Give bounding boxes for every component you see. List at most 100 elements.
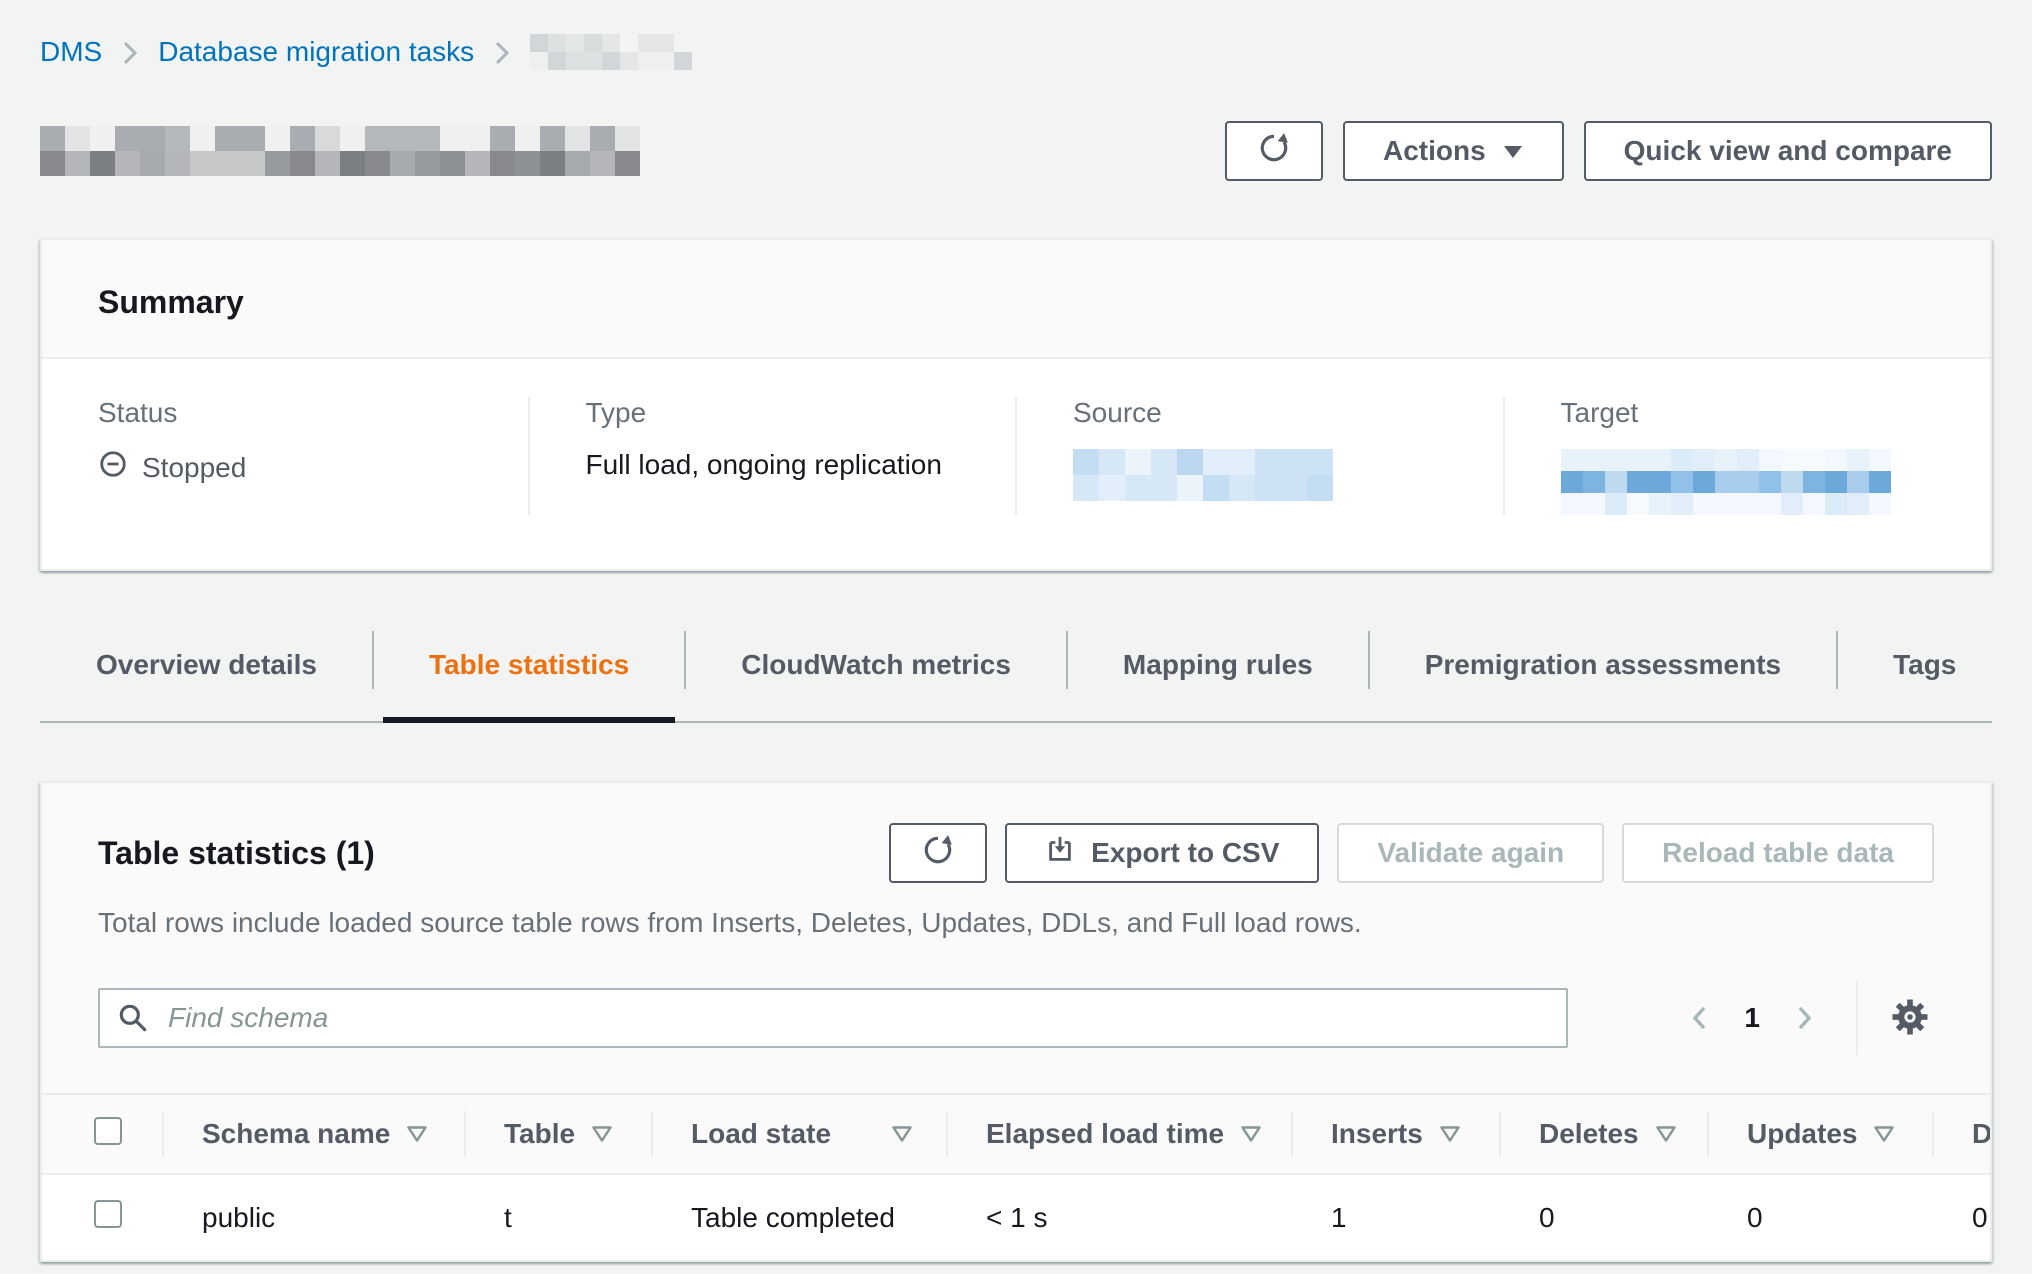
schema-search — [98, 988, 1568, 1048]
download-icon — [1045, 835, 1075, 872]
cell-table: t — [464, 1174, 651, 1260]
summary-card-body: Status Stopped Type Full load, ongoing r… — [42, 359, 1990, 569]
page: DMS Database migration tasks Actions — [0, 0, 2032, 1262]
column-label: Deletes — [1539, 1118, 1639, 1150]
summary-title: Summary — [98, 284, 1934, 321]
status-label: Status — [98, 397, 472, 429]
settings-button[interactable] — [1886, 993, 1934, 1044]
previous-page-button[interactable] — [1682, 996, 1718, 1040]
search-icon — [116, 1001, 150, 1042]
column-label: Table — [504, 1118, 575, 1150]
breadcrumb-link-tasks[interactable]: Database migration tasks — [158, 36, 474, 68]
caret-down-icon — [1502, 135, 1524, 167]
sort-triangle-icon — [1240, 1118, 1262, 1150]
export-label: Export to CSV — [1091, 837, 1279, 869]
sort-triangle-icon — [891, 1118, 913, 1150]
search-input[interactable] — [98, 988, 1568, 1048]
column-header-inserts[interactable]: Inserts — [1291, 1094, 1499, 1174]
table-panel-header: Table statistics (1) Export to CSV — [42, 783, 1990, 1093]
table-panel-description: Total rows include loaded source table r… — [98, 907, 1934, 939]
next-page-button[interactable] — [1786, 996, 1822, 1040]
chevron-right-icon — [494, 40, 510, 66]
type-value: Full load, ongoing replication — [586, 449, 960, 481]
tab-cloudwatch-metrics[interactable]: CloudWatch metrics — [685, 629, 1067, 721]
cell-ddls: 0 — [1932, 1174, 1992, 1260]
column-label: DDLs — [1972, 1118, 1992, 1150]
stopped-circle-minus-icon — [98, 449, 128, 486]
cell-inserts: 1 — [1291, 1174, 1499, 1260]
type-label: Type — [586, 397, 960, 429]
breadcrumb: DMS Database migration tasks — [40, 30, 1992, 74]
divider — [1856, 981, 1858, 1055]
refresh-icon — [1257, 131, 1291, 172]
summary-field-target: Target — [1503, 397, 1991, 515]
tab-overview-details[interactable]: Overview details — [40, 629, 373, 721]
table-header-row: Schema name Table Load state Elapsed loa… — [42, 1094, 1992, 1174]
target-label: Target — [1561, 397, 1935, 429]
gear-icon — [1890, 997, 1930, 1040]
tab-table-statistics[interactable]: Table statistics — [373, 629, 685, 721]
quick-view-label: Quick view and compare — [1624, 135, 1952, 167]
chevron-right-icon — [122, 40, 138, 66]
status-value: Stopped — [142, 452, 246, 484]
validate-label: Validate again — [1377, 837, 1564, 869]
cell-load-state: Table completed — [651, 1174, 946, 1260]
target-link-redacted[interactable] — [1561, 449, 1891, 515]
cell-schema-name: public — [162, 1174, 464, 1260]
breadcrumb-current-redacted — [530, 34, 692, 70]
table-panel-title: Table statistics (1) — [98, 835, 375, 872]
actions-button[interactable]: Actions — [1343, 121, 1564, 181]
validate-again-button[interactable]: Validate again — [1337, 823, 1604, 883]
column-label: Load state — [691, 1118, 831, 1150]
reload-label: Reload table data — [1662, 837, 1894, 869]
table-refresh-button[interactable] — [889, 823, 987, 883]
column-header-schema-name[interactable]: Schema name — [162, 1094, 464, 1174]
select-all-header-cell — [42, 1094, 162, 1174]
quick-view-compare-button[interactable]: Quick view and compare — [1584, 121, 1992, 181]
cell-elapsed-load-time: < 1 s — [946, 1174, 1291, 1260]
column-label: Elapsed load time — [986, 1118, 1224, 1150]
sort-triangle-icon — [1873, 1118, 1895, 1150]
tab-mapping-rules[interactable]: Mapping rules — [1067, 629, 1369, 721]
row-checkbox[interactable] — [94, 1200, 122, 1228]
cell-deletes: 0 — [1499, 1174, 1707, 1260]
summary-field-source: Source — [1015, 397, 1503, 515]
column-header-updates[interactable]: Updates — [1707, 1094, 1932, 1174]
column-label: Schema name — [202, 1118, 390, 1150]
reload-table-data-button[interactable]: Reload table data — [1622, 823, 1934, 883]
refresh-icon — [921, 833, 955, 874]
table-statistics-card: Table statistics (1) Export to CSV — [40, 781, 1992, 1262]
tab-tags[interactable]: Tags — [1837, 629, 2012, 721]
export-to-csv-button[interactable]: Export to CSV — [1005, 823, 1319, 883]
column-header-load-state[interactable]: Load state — [651, 1094, 946, 1174]
column-label: Inserts — [1331, 1118, 1423, 1150]
tab-premigration-assessments[interactable]: Premigration assessments — [1369, 629, 1837, 721]
table-row: public t Table completed < 1 s 1 0 0 0 — [42, 1174, 1992, 1260]
pagination: 1 — [1682, 981, 1934, 1055]
row-select-cell — [42, 1174, 162, 1260]
sort-triangle-icon — [1439, 1118, 1461, 1150]
sort-triangle-icon — [591, 1118, 613, 1150]
summary-field-type: Type Full load, ongoing replication — [528, 397, 1016, 515]
refresh-button[interactable] — [1225, 121, 1323, 181]
source-link-redacted[interactable] — [1073, 449, 1333, 501]
sort-triangle-icon — [1655, 1118, 1677, 1150]
column-header-elapsed-load-time[interactable]: Elapsed load time — [946, 1094, 1291, 1174]
column-header-table[interactable]: Table — [464, 1094, 651, 1174]
current-page-number: 1 — [1744, 1002, 1760, 1034]
column-header-ddls[interactable]: DDLs — [1932, 1094, 1992, 1174]
page-title-redacted — [40, 126, 640, 176]
summary-field-status: Status Stopped — [42, 397, 528, 515]
table-statistics-table: Schema name Table Load state Elapsed loa… — [42, 1093, 1992, 1260]
sort-triangle-icon — [406, 1118, 428, 1150]
column-label: Updates — [1747, 1118, 1857, 1150]
summary-card-header: Summary — [42, 240, 1990, 359]
cell-updates: 0 — [1707, 1174, 1932, 1260]
select-all-checkbox[interactable] — [94, 1117, 122, 1145]
column-header-deletes[interactable]: Deletes — [1499, 1094, 1707, 1174]
source-label: Source — [1073, 397, 1447, 429]
detail-tabs: Overview details Table statistics CloudW… — [40, 629, 1992, 723]
breadcrumb-link-dms[interactable]: DMS — [40, 36, 102, 68]
actions-label: Actions — [1383, 135, 1486, 167]
summary-card: Summary Status Stopped Type Full load, o… — [40, 238, 1992, 571]
